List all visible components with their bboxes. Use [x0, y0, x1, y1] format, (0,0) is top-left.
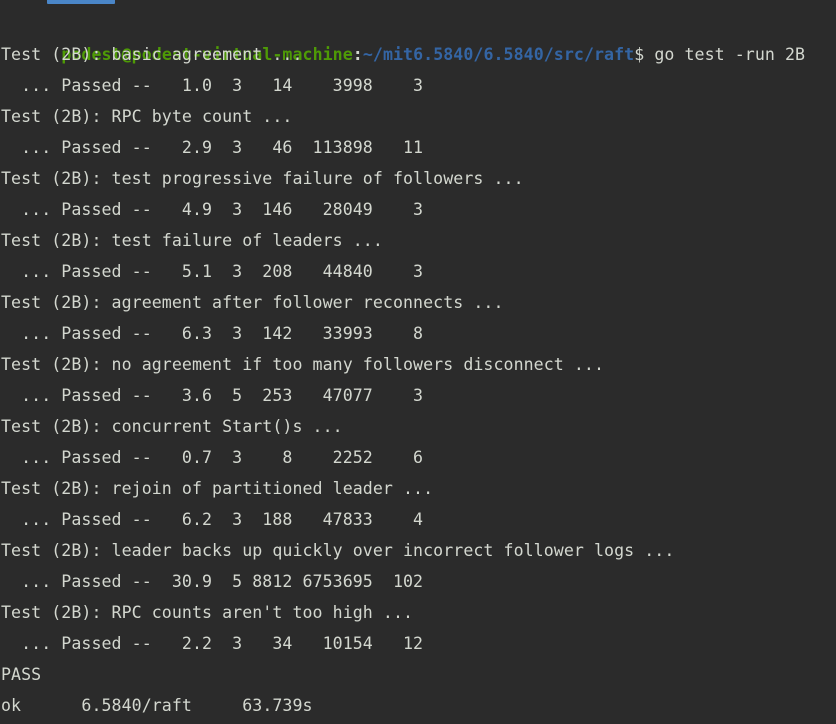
prompt-separator: :: [352, 45, 363, 64]
test-result-line: ... Passed -- 4.9 3 146 28049 3: [0, 194, 836, 225]
test-header-text: Test (2B): no agreement if too many foll…: [1, 355, 605, 374]
test-header-line: Test (2B): RPC byte count ...: [0, 101, 836, 132]
test-header-line: Test (2B): leader backs up quickly over …: [0, 535, 836, 566]
test-header-line: Test (2B): no agreement if too many foll…: [0, 349, 836, 380]
command-text: go test -run 2B: [644, 45, 806, 64]
test-header-line: Test (2B): test failure of leaders ...: [0, 225, 836, 256]
test-header-line: Test (2B): concurrent Start()s ...: [0, 411, 836, 442]
test-header-text: Test (2B): test failure of leaders ...: [1, 231, 383, 250]
test-result-text: ... Passed -- 30.9 5 8812 6753695 102: [1, 572, 424, 591]
test-result-line: ... Passed -- 1.0 3 14 3998 3: [0, 70, 836, 101]
test-result-text: ... Passed -- 2.2 3 34 10154 12: [1, 634, 424, 653]
test-header-text: Test (2B): rejoin of partitioned leader …: [1, 479, 434, 498]
pass-summary-line: PASS: [0, 659, 836, 690]
test-result-text: ... Passed -- 6.2 3 188 47833 4: [1, 510, 424, 529]
prompt-line: podest@podest-virtual-machine:~/mit6.584…: [0, 8, 836, 64]
test-header-line: Test (2B): RPC counts aren't too high ..…: [0, 597, 836, 628]
ok-summary-line: ok 6.5840/raft 63.739s: [0, 690, 836, 721]
test-header-text: Test (2B): RPC counts aren't too high ..…: [1, 603, 414, 622]
test-header-text: Test (2B): leader backs up quickly over …: [1, 541, 675, 560]
test-header-line: Test (2B): test progressive failure of f…: [0, 163, 836, 194]
test-result-line: ... Passed -- 30.9 5 8812 6753695 102: [0, 566, 836, 597]
test-result-line: ... Passed -- 6.2 3 188 47833 4: [0, 504, 836, 535]
pass-summary-text: PASS: [1, 665, 42, 684]
test-result-line: ... Passed -- 6.3 3 142 33993 8: [0, 318, 836, 349]
test-result-text: ... Passed -- 2.9 3 46 113898 11: [1, 138, 424, 157]
test-header-line: Test (2B): agreement after follower reco…: [0, 287, 836, 318]
test-result-text: ... Passed -- 1.0 3 14 3998 3: [1, 76, 424, 95]
test-header-text: Test (2B): agreement after follower reco…: [1, 293, 504, 312]
prompt-symbol: $: [634, 45, 645, 64]
ok-summary-text: ok 6.5840/raft 63.739s: [1, 696, 313, 715]
test-header-line: Test (2B): rejoin of partitioned leader …: [0, 473, 836, 504]
test-header-text: Test (2B): concurrent Start()s ...: [1, 417, 343, 436]
test-result-line: ... Passed -- 0.7 3 8 2252 6: [0, 442, 836, 473]
test-result-line: ... Passed -- 3.6 5 253 47077 3: [0, 380, 836, 411]
terminal-output[interactable]: podest@podest-virtual-machine:~/mit6.584…: [0, 4, 836, 721]
test-header-text: Test (2B): test progressive failure of f…: [1, 169, 524, 188]
test-header-text: Test (2B): RPC byte count ...: [1, 107, 293, 126]
test-result-text: ... Passed -- 3.6 5 253 47077 3: [1, 386, 424, 405]
test-result-line: ... Passed -- 5.1 3 208 44840 3: [0, 256, 836, 287]
test-result-text: ... Passed -- 6.3 3 142 33993 8: [1, 324, 424, 343]
test-result-text: ... Passed -- 4.9 3 146 28049 3: [1, 200, 424, 219]
test-header-text: Test (2B): basic agreement ...: [1, 45, 303, 64]
test-result-text: ... Passed -- 5.1 3 208 44840 3: [1, 262, 424, 281]
terminal-window[interactable]: podest@podest-virtual-machine:~/mit6.584…: [0, 0, 836, 724]
test-result-line: ... Passed -- 2.2 3 34 10154 12: [0, 628, 836, 659]
test-result-line: ... Passed -- 2.9 3 46 113898 11: [0, 132, 836, 163]
prompt-path: ~/mit6.5840/6.5840/src/raft: [362, 45, 635, 64]
test-result-text: ... Passed -- 0.7 3 8 2252 6: [1, 448, 424, 467]
